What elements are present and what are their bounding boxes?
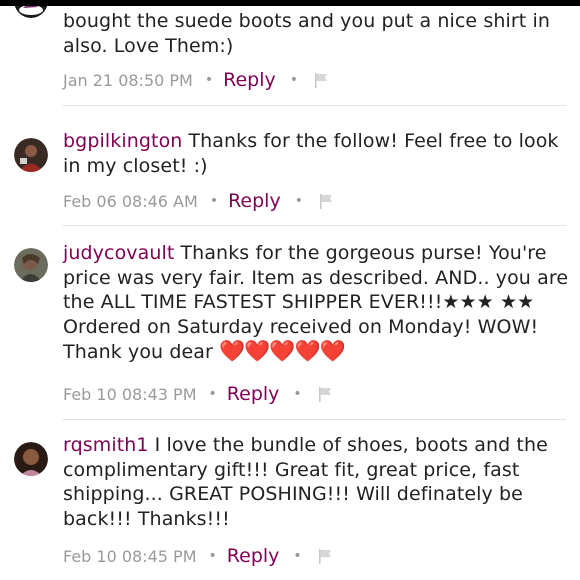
avatar[interactable] [14,442,48,476]
comment-item: rqsmith1 I love the bundle of shoes, boot… [0,428,580,580]
separator: • [293,386,302,402]
comment-item: bought the suede boots and you put a nic… [0,6,580,116]
comment-text: bgpilkington Thanks for the follow! Feel … [63,129,571,178]
separator: • [208,548,217,564]
reply-button[interactable]: Reply [228,190,281,212]
timestamp: Feb 10 08:45 PM [63,546,197,566]
username-link[interactable]: bgpilkington [63,130,182,152]
divider [63,225,566,226]
avatar[interactable] [14,248,48,282]
separator: • [294,193,303,209]
divider [63,419,566,420]
separator: • [209,193,219,209]
hearts-emoji: ❤️❤️❤️❤️❤️ [219,339,346,363]
flag-icon[interactable] [317,192,335,210]
comment-item: judycovault Thanks for the gorgeous purse… [0,228,580,428]
comment-text: rqsmith1 I love the bundle of shoes, boot… [63,433,571,531]
separator: • [208,386,217,402]
avatar[interactable] [14,6,48,18]
divider [63,105,566,106]
avatar[interactable] [14,138,48,172]
comment-item: bgpilkington Thanks for the follow! Feel … [0,116,580,228]
separator: • [289,72,298,88]
separator: • [204,72,214,88]
comment-meta: Feb 10 08:43 PM • Reply • [63,382,334,406]
comment-text-line: bought the suede boots and you put a nic… [63,10,551,32]
separator: • [293,548,302,564]
comment-text: bought the suede boots and you put a nic… [63,9,571,58]
flag-icon[interactable] [312,71,330,89]
timestamp: Jan 21 08:50 PM [63,70,193,90]
reply-button[interactable]: Reply [227,383,280,405]
comment-meta: Jan 21 08:50 PM • Reply • [63,68,330,92]
comment-meta: Feb 06 08:46 AM • Reply • [63,189,335,213]
flag-icon[interactable] [316,385,334,403]
comments-list: bought the suede boots and you put a nic… [0,0,580,580]
reply-button[interactable]: Reply [227,545,280,567]
username-link[interactable]: judycovault [63,242,174,264]
comment-text-line: also. Love Them:) [63,34,234,57]
reply-button[interactable]: Reply [223,69,276,91]
flag-icon[interactable] [316,547,334,565]
comment-text: judycovault Thanks for the gorgeous purse… [63,241,571,365]
comment-meta: Feb 10 08:45 PM • Reply • [63,544,334,568]
timestamp: Feb 06 08:46 AM [63,191,198,211]
timestamp: Feb 10 08:43 PM [63,384,197,404]
username-link[interactable]: rqsmith1 [63,434,149,456]
